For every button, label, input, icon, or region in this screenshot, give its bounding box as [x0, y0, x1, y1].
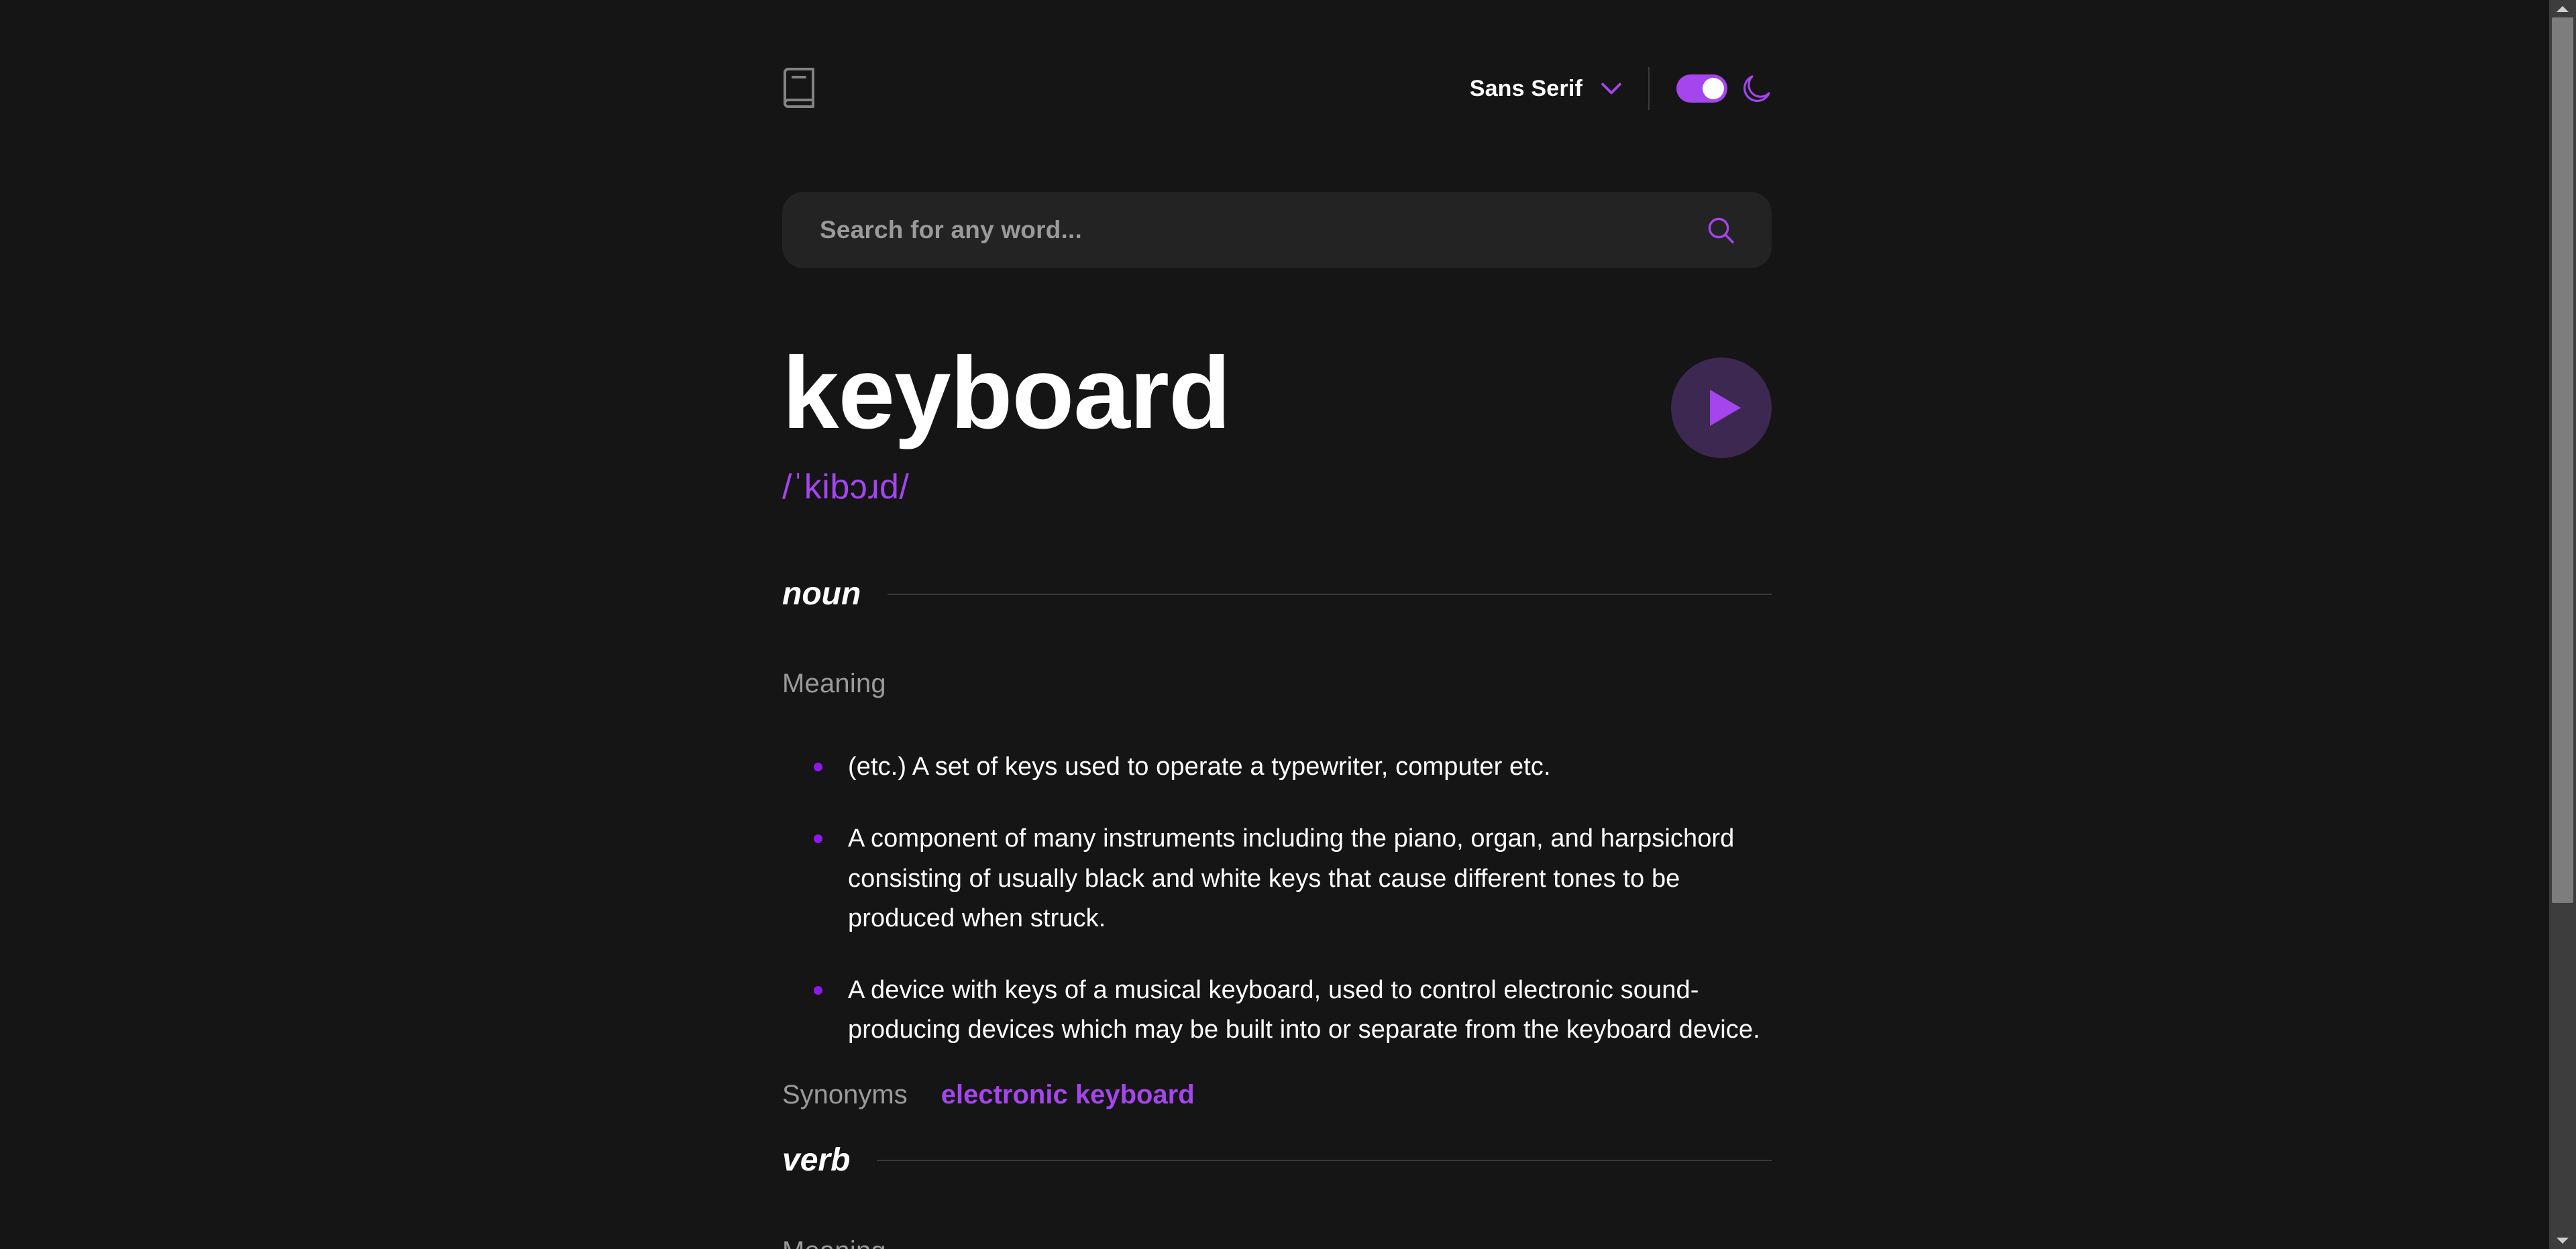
word-text-block: keyboard /ˈkibɔɹd/	[782, 336, 1231, 506]
part-of-speech-label: verb	[782, 1142, 851, 1178]
content-column: Sans Serif Search for any word... keyboa…	[782, 0, 1772, 1249]
page-title: keyboard	[782, 336, 1231, 450]
search-icon[interactable]	[1707, 217, 1734, 243]
scroll-up-button[interactable]	[2549, 0, 2576, 17]
scroll-down-button[interactable]	[2549, 1232, 2576, 1249]
synonyms-label: Synonyms	[782, 1079, 908, 1109]
meaning-label: Meaning	[782, 1236, 1772, 1249]
theme-toggle-knob	[1703, 78, 1724, 99]
section-verb: verb Meaning	[782, 1142, 1772, 1249]
list-item: A component of many instruments includin…	[782, 819, 1772, 938]
synonyms-row: Synonyms electronic keyboard	[782, 1080, 1772, 1110]
app-header: Sans Serif	[782, 64, 1772, 113]
app-root: Sans Serif Search for any word... keyboa…	[0, 0, 2576, 1249]
section-noun: noun Meaning (etc.) A set of keys used t…	[782, 576, 1772, 1110]
chevron-down-icon	[1601, 83, 1621, 95]
search-bar[interactable]	[782, 192, 1772, 268]
part-of-speech-header-verb: verb	[782, 1142, 1772, 1179]
section-divider	[888, 593, 1772, 595]
meaning-label: Meaning	[782, 669, 886, 698]
font-family-dropdown[interactable]: Sans Serif	[1470, 76, 1648, 102]
book-icon	[784, 68, 814, 108]
play-icon	[1710, 390, 1741, 426]
word-header: keyboard /ˈkibɔɹd/	[782, 342, 1772, 504]
list-item: A device with keys of a musical keyboard…	[782, 971, 1772, 1050]
theme-toggle[interactable]	[1676, 74, 1727, 103]
moon-icon[interactable]	[1742, 74, 1772, 103]
part-of-speech-header-noun: noun	[782, 576, 1772, 612]
caret-down-icon	[2557, 1237, 2569, 1244]
search-input[interactable]	[820, 216, 1707, 244]
page-scrollbar[interactable]	[2549, 0, 2576, 1249]
caret-up-icon	[2557, 5, 2569, 12]
font-family-value: Sans Serif	[1469, 75, 1582, 101]
meaning-list-noun: (etc.) A set of keys used to operate a t…	[782, 747, 1772, 1050]
scrollbar-thumb[interactable]	[2552, 17, 2573, 903]
section-divider	[877, 1159, 1772, 1161]
part-of-speech-label: noun	[782, 576, 861, 612]
word-phonetic: /ˈkibɔɹd/	[782, 468, 910, 506]
header-divider	[1648, 67, 1650, 110]
play-pronunciation-button[interactable]	[1671, 358, 1772, 458]
header-controls: Sans Serif	[1470, 67, 1772, 110]
list-item: (etc.) A set of keys used to operate a t…	[782, 747, 1772, 787]
synonym-link[interactable]: electronic keyboard	[941, 1080, 1195, 1110]
